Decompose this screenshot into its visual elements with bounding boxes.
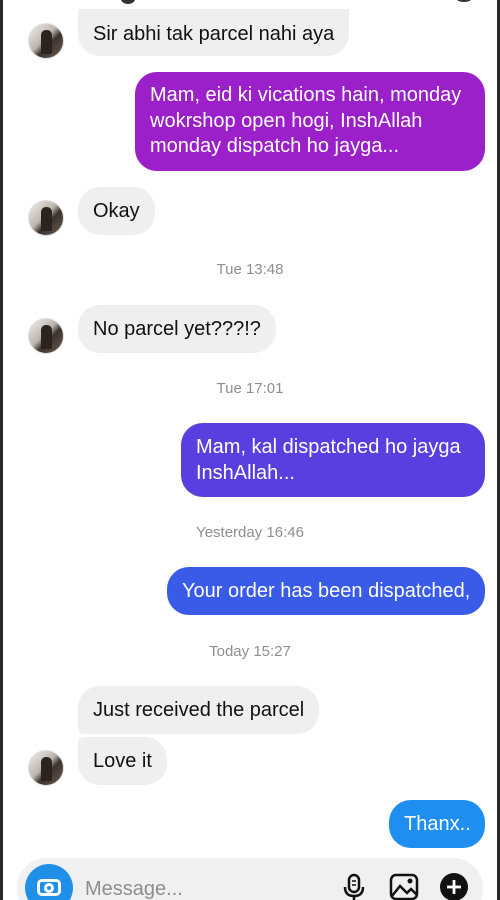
avatar[interactable]: [28, 750, 64, 786]
message-line: Mam, eid ki vications hain, monday: [150, 84, 462, 106]
incoming-message[interactable]: Love it: [78, 737, 167, 785]
message-line: InshAllah...: [196, 462, 295, 484]
message-line: monday dispatch ho jayga...: [150, 135, 400, 157]
avatar[interactable]: [28, 318, 64, 354]
timestamp: Today 15:27: [209, 643, 291, 660]
incoming-message[interactable]: Sir abhi tak parcel nahi aya: [78, 9, 350, 56]
status-icon: [121, 0, 135, 4]
avatar[interactable]: [28, 200, 64, 236]
message-line: wokrshop open hogi, InshAllah: [150, 109, 423, 132]
incoming-message[interactable]: No parcel yet???!?: [78, 305, 276, 353]
image-icon[interactable]: [389, 872, 419, 900]
camera-icon[interactable]: [25, 864, 73, 900]
outgoing-message[interactable]: Thanx..: [389, 800, 485, 848]
timestamp: Tue 13:48: [216, 261, 284, 278]
message-composer: [17, 858, 483, 900]
outgoing-message[interactable]: Your order has been dispatched,: [167, 567, 485, 615]
incoming-message[interactable]: Okay: [78, 187, 155, 235]
chat-screen: Sir abhi tak parcel nahi aya Mam, eid ki…: [0, 0, 500, 900]
microphone-icon[interactable]: [339, 872, 369, 900]
plus-circle-icon[interactable]: [439, 872, 469, 900]
top-bar-partial: [3, 0, 497, 4]
timestamp: Yesterday 16:46: [196, 524, 304, 541]
info-icon[interactable]: [455, 0, 473, 2]
message-line: Mam, kal dispatched ho jayga: [196, 436, 461, 458]
timestamp: Tue 17:01: [216, 380, 284, 397]
message-input[interactable]: [83, 874, 317, 900]
incoming-message[interactable]: Just received the parcel: [78, 686, 320, 734]
avatar[interactable]: [28, 23, 64, 59]
outgoing-message[interactable]: Mam, kal dispatched ho jayga InshAllah..…: [181, 423, 485, 497]
outgoing-message[interactable]: Mam, eid ki vications hain, monday wokrs…: [135, 72, 485, 171]
